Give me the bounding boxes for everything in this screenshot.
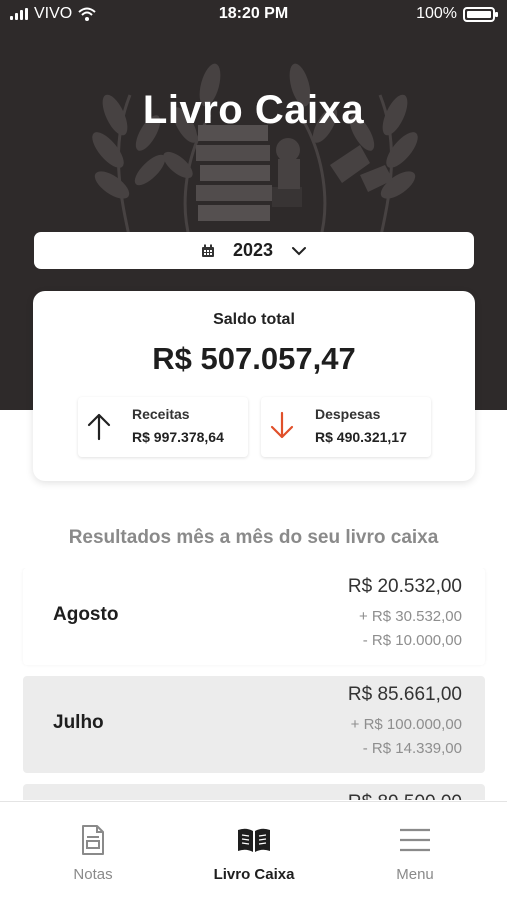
page-title: Livro Caixa	[142, 88, 365, 132]
month-expense: - R$ 14.339,00	[362, 740, 462, 757]
year-value: 2023	[232, 240, 274, 260]
expense-label: Despesas	[315, 406, 381, 422]
month-total: R$ 20.532,00	[347, 576, 462, 597]
month-name: Agosto	[53, 604, 119, 625]
month-row-agosto[interactable]: Agosto R$ 20.532,00 + R$ 30.532,00 - R$ …	[23, 568, 485, 665]
arrow-down-icon	[270, 411, 294, 439]
income-label: Receitas	[132, 406, 190, 422]
hamburger-menu-icon	[400, 828, 430, 852]
monthly-section-title: Resultados mês a mês do seu livro caixa	[68, 527, 439, 548]
arrow-up-icon	[87, 413, 111, 441]
income-card: Receitas R$ 997.378,64	[78, 397, 248, 457]
battery-icon	[463, 6, 498, 22]
tab-label: Notas	[73, 866, 113, 883]
open-book-icon	[238, 828, 270, 852]
tab-livro-caixa[interactable]: Livro Caixa	[194, 822, 314, 883]
balance-value: R$ 507.057,47	[152, 341, 356, 376]
tab-label: Menu	[396, 866, 434, 883]
expense-value: R$ 490.321,17	[315, 429, 407, 445]
balance-label: Saldo total	[213, 311, 295, 328]
month-row-julho[interactable]: Julho R$ 85.661,00 + R$ 100.000,00 - R$ …	[23, 676, 485, 773]
month-row-partial[interactable]: R$ 89.500,00	[23, 784, 485, 800]
chevron-down-icon	[292, 246, 307, 255]
expense-card: Despesas R$ 490.321,17	[261, 397, 431, 457]
income-value: R$ 997.378,64	[132, 429, 224, 445]
tab-menu[interactable]: Menu	[355, 822, 475, 883]
status-bar: VIVO 18:20 PM 100%	[0, 0, 507, 30]
balance-summary-card: Saldo total R$ 507.057,47 Receitas R$ 99…	[33, 291, 475, 481]
calendar-icon	[201, 244, 214, 257]
month-income: + R$ 100.000,00	[350, 716, 462, 733]
battery-percent: 100%	[416, 5, 457, 22]
ledger-illustration	[92, 63, 418, 240]
month-total: R$ 89.500,00	[348, 792, 462, 800]
tab-label: Livro Caixa	[213, 866, 295, 883]
monthly-results-list[interactable]: Agosto R$ 20.532,00 + R$ 30.532,00 - R$ …	[0, 568, 507, 800]
tab-notas[interactable]: Notas	[33, 822, 153, 883]
month-name: Julho	[53, 712, 104, 733]
month-expense: - R$ 10.000,00	[362, 632, 462, 649]
year-dropdown[interactable]: 2023	[34, 232, 474, 269]
status-right: 100%	[416, 5, 498, 23]
month-income: + R$ 30.532,00	[358, 608, 462, 625]
bottom-tab-bar: Notas Livro Caixa Menu	[0, 801, 507, 900]
month-total: R$ 85.661,00	[347, 684, 462, 705]
document-icon	[82, 825, 104, 855]
